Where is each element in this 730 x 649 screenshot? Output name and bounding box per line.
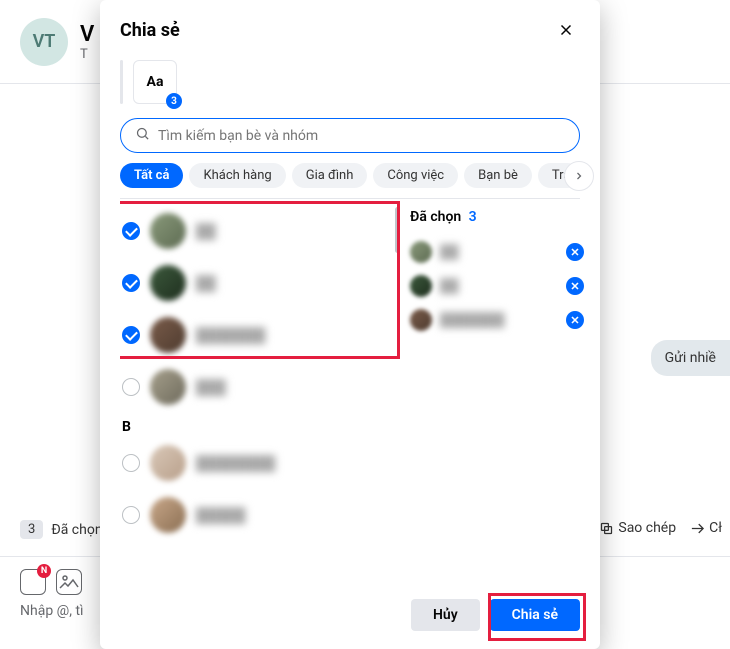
search-field[interactable] (120, 118, 580, 153)
checkbox[interactable] (122, 378, 140, 396)
contact-avatar (150, 497, 186, 533)
selected-count: 3 (469, 209, 477, 225)
tab-work[interactable]: Công việc (373, 163, 458, 188)
contact-name: █████ (196, 507, 246, 524)
modal-title: Chia sẻ (120, 20, 180, 41)
tool-copy[interactable]: Sao chép (599, 520, 676, 536)
contact-item[interactable]: ██ (120, 205, 400, 257)
bg-subtitle: T (80, 47, 94, 62)
tab-friends[interactable]: Bạn bè (464, 163, 532, 188)
remove-selected-button[interactable]: ✕ (566, 277, 584, 295)
modal-header: Chia sẻ (100, 0, 600, 54)
bg-selected-label: Đã chọn (51, 522, 102, 538)
contact-item[interactable]: ███ (120, 361, 400, 413)
bg-title: V (80, 22, 94, 47)
preview-badge: 3 (166, 93, 182, 109)
tab-customers[interactable]: Khách hàng (189, 163, 285, 188)
scrollbar[interactable] (395, 207, 400, 253)
selected-item: ███████ ✕ (410, 303, 584, 337)
selected-item: ██ ✕ (410, 235, 584, 269)
share-button[interactable]: Chia sẻ (490, 599, 580, 631)
share-arrow-icon (690, 521, 705, 536)
selected-name: ██ (440, 244, 558, 260)
close-button[interactable] (552, 16, 580, 44)
contact-avatar (150, 265, 186, 301)
checkbox[interactable] (122, 274, 140, 292)
selected-item: ██ ✕ (410, 269, 584, 303)
contact-item[interactable]: █████ (120, 489, 400, 541)
search-icon (135, 126, 150, 145)
contact-avatar (150, 317, 186, 353)
contact-avatar (150, 445, 186, 481)
remove-selected-button[interactable]: ✕ (566, 311, 584, 329)
checkbox[interactable] (122, 506, 140, 524)
contact-list[interactable]: ██ ██ ███████ ███ B (120, 199, 400, 585)
message-preview: Aa 3 (100, 54, 600, 118)
contact-name: ██ (196, 223, 216, 240)
bg-selected-count: 3 (20, 520, 43, 539)
selected-avatar (410, 309, 432, 331)
checkbox[interactable] (122, 326, 140, 344)
contact-name: ███ (196, 379, 226, 396)
modal-footer: Hủy Chia sẻ (100, 585, 600, 649)
contact-item[interactable]: ████████ (120, 437, 400, 489)
contact-item[interactable]: ██ (120, 257, 400, 309)
checkbox[interactable] (122, 454, 140, 472)
close-icon (557, 21, 575, 39)
contact-name: ████████ (196, 455, 275, 472)
tab-family[interactable]: Gia đình (292, 163, 368, 188)
copy-icon (599, 521, 614, 536)
share-modal: Chia sẻ Aa 3 Tất cả Khách hàng Gia đình … (100, 0, 600, 649)
image-icon[interactable] (56, 569, 82, 595)
filter-tabs: Tất cả Khách hàng Gia đình Công việc Bạn… (100, 163, 600, 198)
tabs-scroll-right[interactable] (564, 161, 594, 191)
bg-bubble[interactable]: Gửi nhiề (651, 340, 730, 376)
modal-body: ██ ██ ███████ ███ B (100, 199, 600, 585)
selected-panel: Đã chọn 3 ██ ✕ ██ ✕ ███████ ✕ (400, 199, 600, 585)
selected-avatar (410, 241, 432, 263)
tool-share[interactable]: Cł (690, 520, 722, 536)
preview-bar (120, 60, 123, 104)
contact-item[interactable]: ███████ (120, 309, 400, 361)
contact-name: ███████ (196, 327, 265, 344)
sticker-icon[interactable] (20, 569, 46, 595)
selected-header: Đã chọn 3 (410, 209, 584, 225)
tab-all[interactable]: Tất cả (120, 163, 183, 188)
cancel-button[interactable]: Hủy (411, 599, 480, 631)
selected-name: ███████ (440, 312, 558, 328)
contact-avatar (150, 369, 186, 405)
bg-tools: Sao chép Cł (599, 520, 722, 536)
selected-avatar (410, 275, 432, 297)
bg-selected-bar: 3 Đã chọn (20, 520, 103, 539)
avatar[interactable]: VT (20, 18, 68, 66)
checkbox[interactable] (122, 222, 140, 240)
preview-card[interactable]: Aa 3 (133, 60, 177, 104)
remove-selected-button[interactable]: ✕ (566, 243, 584, 261)
letter-header: B (120, 413, 400, 437)
contact-avatar (150, 213, 186, 249)
contact-name: ██ (196, 275, 216, 292)
chevron-right-icon (573, 170, 585, 182)
selected-name: ██ (440, 278, 558, 294)
search-input[interactable] (158, 128, 565, 144)
